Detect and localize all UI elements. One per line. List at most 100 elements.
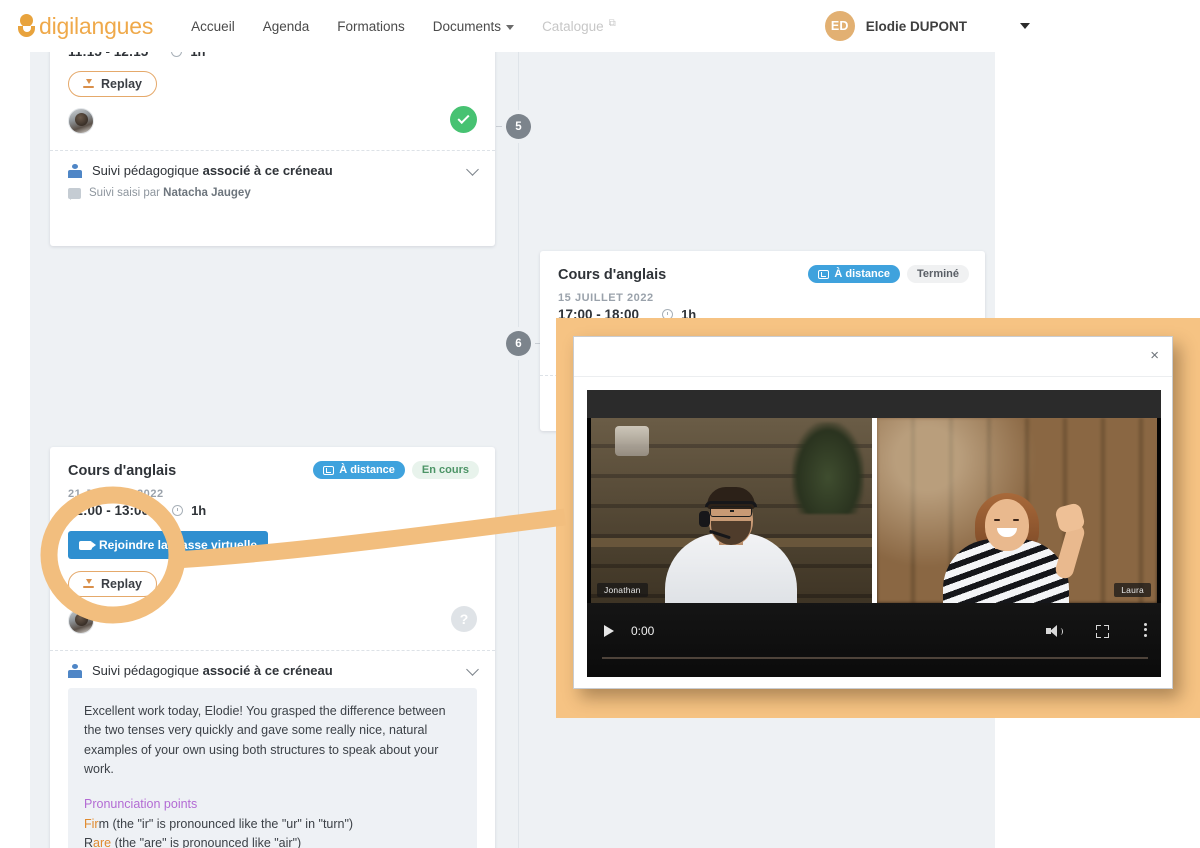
followup-bold: associé à ce créneau [202, 163, 333, 178]
user-menu[interactable]: ED Elodie DUPONT [824, 0, 1030, 52]
feedback-text: m (the "ir" is pronounced like the "ur" … [98, 816, 354, 831]
video-stage: Jonathan Laura [591, 418, 1157, 603]
nav-label: Agenda [262, 18, 310, 34]
card-header: Cours d'anglais À distance En cours 21 J… [50, 447, 495, 638]
followup-author-prefix: Suivi saisi par [89, 187, 164, 199]
badge-group: À distance Terminé [808, 265, 969, 283]
fullscreen-icon[interactable] [1096, 624, 1109, 638]
timeline-rail [518, 52, 519, 848]
attendee-row [68, 106, 477, 138]
camera-icon [79, 540, 96, 550]
screen-share-icon [323, 465, 335, 475]
feedback-text: R [84, 836, 94, 848]
session-time-row: 12:00 - 13:00 1h [68, 503, 477, 518]
followup-author-row: Suivi saisi par Natacha Jaugey [50, 178, 495, 215]
followup-prefix: Suivi pédagogique [92, 163, 203, 178]
attendee-avatar[interactable] [68, 608, 94, 634]
feedback-heading-pronunciation: Pronunciation points [84, 796, 198, 811]
status-badge-completed [450, 106, 477, 133]
chevron-down-icon[interactable] [466, 163, 479, 176]
replay-label: Replay [101, 77, 142, 91]
nav-item-agenda[interactable]: Agenda [263, 19, 310, 34]
feedback-text: (the "are" is pronounced like "air") [111, 836, 302, 848]
attendee-avatar[interactable] [68, 108, 94, 134]
session-time: 12:00 - 13:00 [68, 503, 150, 518]
chevron-down-icon[interactable] [466, 663, 479, 676]
video-scrubber[interactable] [602, 657, 1148, 659]
chevron-down-icon [506, 24, 515, 30]
timeline-node-6[interactable]: 6 [506, 331, 531, 356]
attendee-row: ? [68, 606, 477, 638]
modal-header: × [574, 337, 1172, 377]
status-badge-state: Terminé [907, 265, 969, 283]
user-name: Elodie DUPONT [865, 18, 967, 34]
participant-name-tag: Jonathan [597, 583, 648, 597]
main-nav: Accueil Agenda Formations Documents Cata… [191, 17, 616, 34]
avatar: ED [824, 11, 855, 41]
feedback-intro: Excellent work today, Elodie! You graspe… [84, 704, 446, 777]
download-icon [83, 578, 94, 590]
help-button[interactable]: ? [451, 606, 477, 632]
nav-item-formations[interactable]: Formations [337, 19, 405, 34]
volume-icon[interactable] [1046, 624, 1063, 638]
badge-label: À distance [834, 268, 891, 280]
followup-bold: associé à ce créneau [202, 663, 333, 678]
feedback-highlight: are [93, 836, 112, 848]
top-navbar: digilangues Accueil Agenda Formations Do… [0, 0, 1200, 52]
feedback-line-rare: Rare (the "are" is pronounced like "air"… [84, 834, 461, 848]
participant-name-tag: Laura [1114, 583, 1151, 597]
nav-label: Accueil [191, 18, 235, 34]
brand-name: digilangues [39, 12, 154, 39]
followup-label: Suivi pédagogique associé à ce créneau [92, 663, 333, 678]
app-root: digilangues Accueil Agenda Formations Do… [0, 0, 1200, 848]
replay-button[interactable]: Replay [68, 571, 157, 597]
teacher-icon [68, 163, 82, 178]
close-icon[interactable]: × [1150, 348, 1159, 363]
teacher-icon [68, 663, 82, 678]
nav-item-catalogue[interactable]: Catalogue ⧉ [542, 17, 616, 34]
video-tile-jonathan: Jonathan [591, 418, 872, 603]
timeline-connector [496, 126, 505, 127]
timeline-node-5[interactable]: 5 [506, 114, 531, 139]
feedback-highlight: Fir [84, 816, 99, 831]
feedback-line-firm: Firm (the "ir" is pronounced like the "u… [84, 815, 461, 834]
followup-toggle[interactable]: Suivi pédagogique associé à ce créneau [50, 651, 495, 678]
video-player[interactable]: Jonathan Laura 0:00 [587, 390, 1161, 677]
status-badge-distance: À distance [808, 265, 901, 283]
replay-label: Replay [101, 577, 142, 591]
nav-label: Catalogue [542, 18, 604, 34]
followup-toggle[interactable]: Suivi pédagogique associé à ce créneau [50, 151, 495, 178]
timeline-node-label: 6 [515, 337, 522, 350]
followup-prefix: Suivi pédagogique [92, 663, 203, 678]
followup-label: Suivi pédagogique associé à ce créneau [92, 163, 333, 178]
chevron-down-icon[interactable] [1020, 23, 1030, 29]
video-tile-laura: Laura [876, 418, 1157, 603]
timeline-node-label: 5 [515, 120, 522, 133]
video-controls: 0:00 [587, 603, 1161, 677]
replay-button[interactable]: Replay [68, 71, 157, 97]
status-badge-state: En cours [411, 461, 479, 479]
badge-group: À distance En cours [313, 461, 479, 479]
external-link-icon: ⧉ [608, 17, 616, 29]
session-duration: 1h [191, 503, 207, 518]
clock-icon [172, 505, 184, 516]
comment-icon [68, 187, 81, 200]
followup-feedback-body: Excellent work today, Elodie! You graspe… [68, 688, 477, 848]
more-options-icon[interactable] [1144, 622, 1147, 640]
join-virtual-class-button[interactable]: Rejoindre la classe virtuelle [68, 531, 269, 559]
brand-logo[interactable]: digilangues [18, 13, 153, 40]
followup-author-name: Natacha Jaugey [163, 187, 251, 199]
session-card-21-juillet[interactable]: Cours d'anglais À distance En cours 21 J… [50, 447, 495, 848]
screen-share-icon [818, 269, 830, 279]
nav-item-accueil[interactable]: Accueil [191, 19, 235, 34]
join-label: Rejoindre la classe virtuelle [99, 538, 258, 552]
session-date: 15 JUILLET 2022 [558, 292, 654, 304]
nav-item-documents[interactable]: Documents [432, 18, 515, 34]
nav-label: Formations [337, 18, 405, 34]
digilangues-logo-icon [18, 13, 36, 39]
play-icon[interactable] [604, 625, 614, 637]
video-topbar [587, 390, 1161, 418]
status-badge-distance: À distance [313, 461, 405, 479]
nav-label: Documents [432, 18, 502, 34]
replay-video-modal[interactable]: × Jonathan Laura 0:00 [573, 336, 1173, 689]
